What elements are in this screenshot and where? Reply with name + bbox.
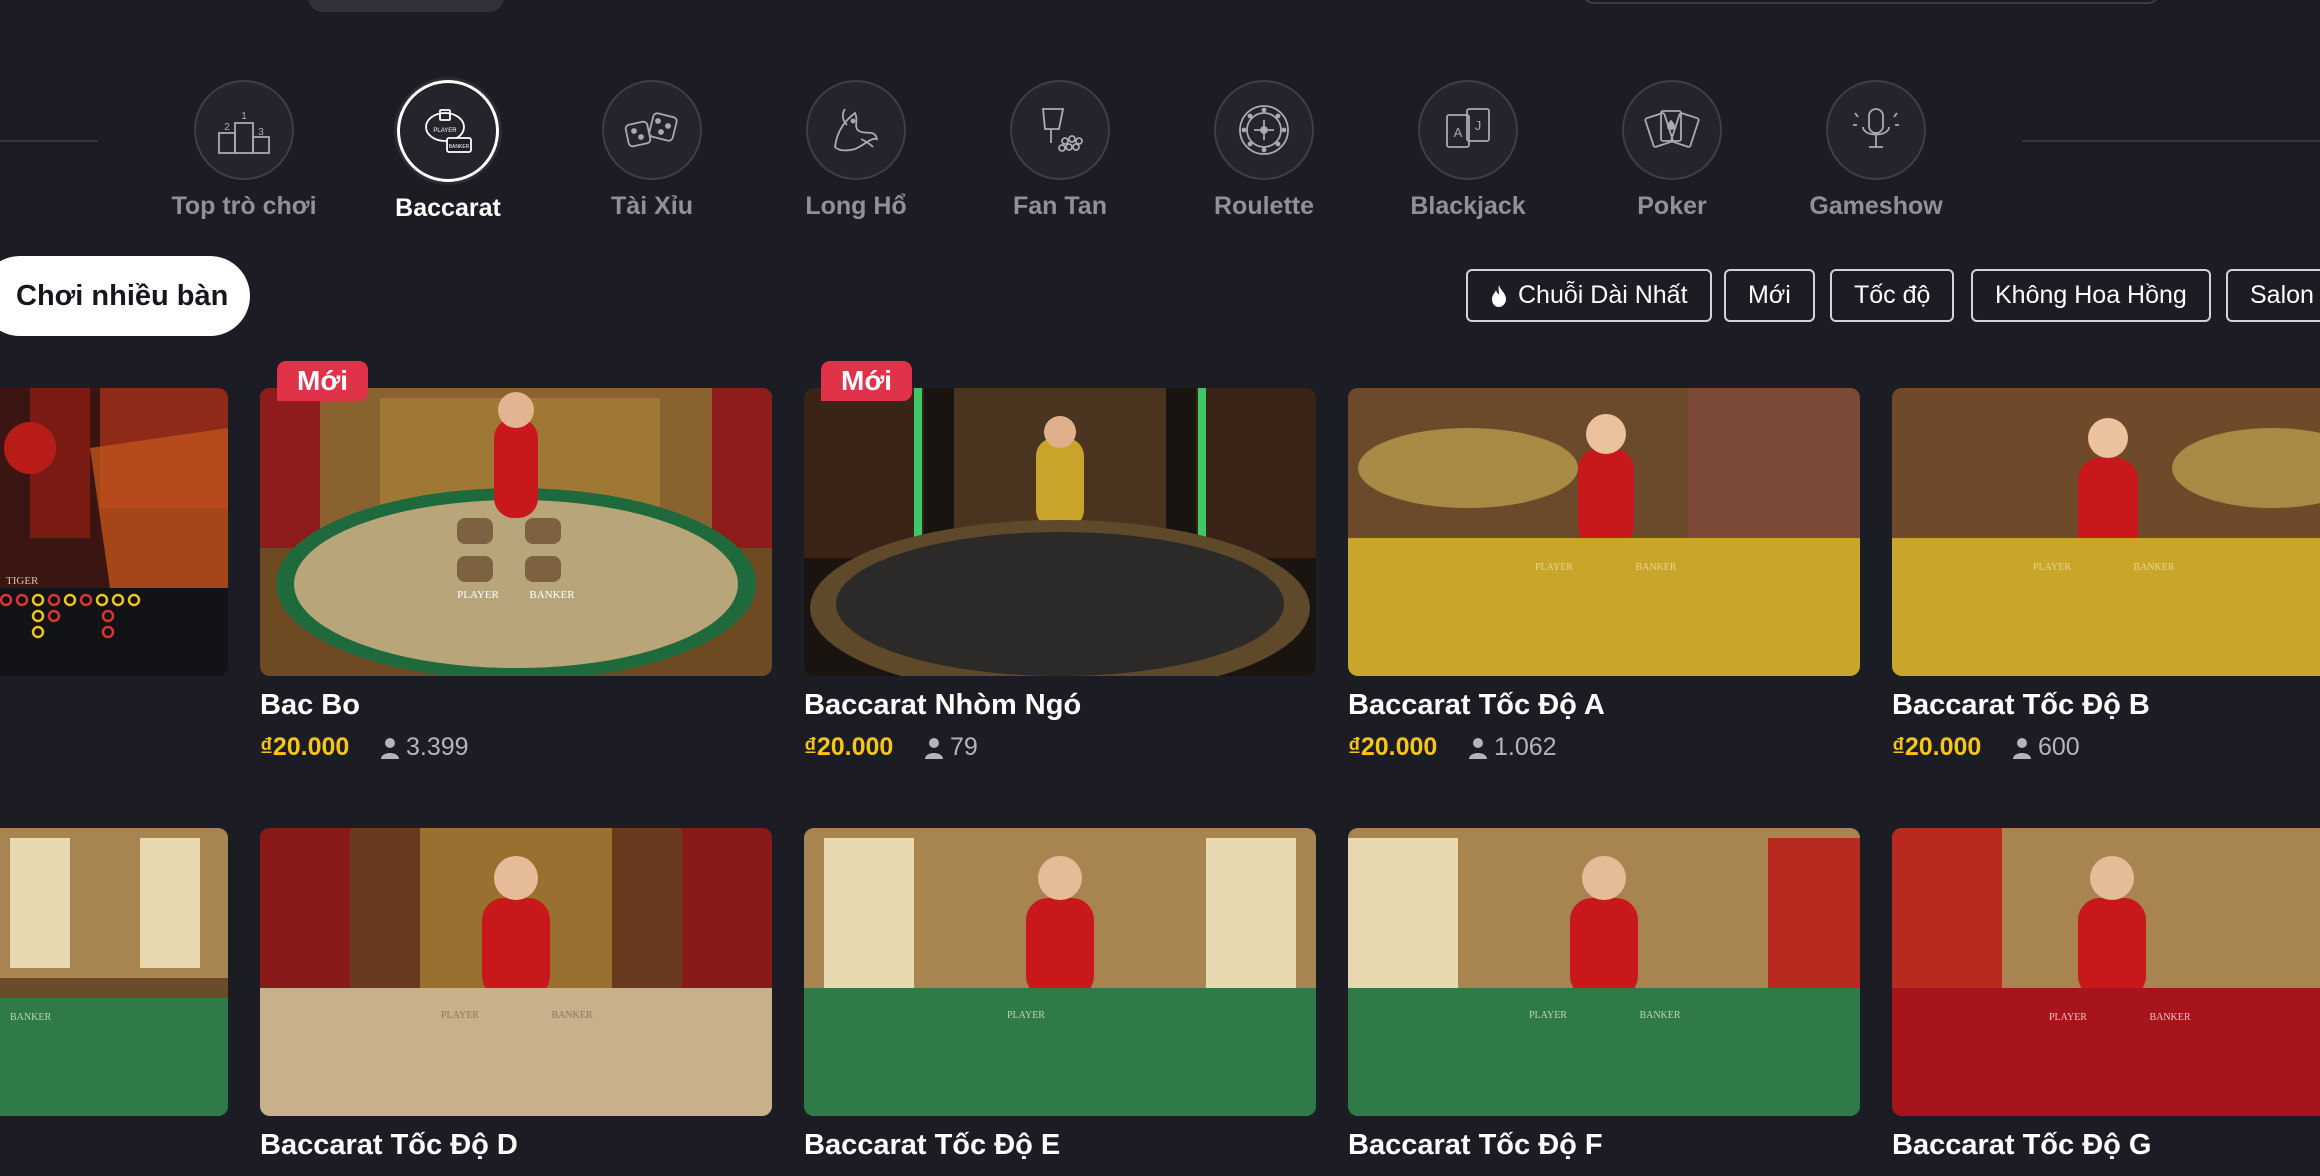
- game-title[interactable]: Baccarat Tốc Độ E: [804, 1129, 1060, 1162]
- category-divider-right: [2022, 140, 2320, 142]
- thumb-label-banker: BANKER: [2133, 562, 2174, 573]
- thumb-label-player: PLAYER: [1529, 1010, 1567, 1021]
- player-count: 1.062: [1494, 733, 1557, 761]
- category-tai-xiu[interactable]: Tài Xỉu: [552, 80, 752, 221]
- thumb-label-banker: BANKER: [10, 1012, 51, 1023]
- dice-icon: [602, 80, 702, 180]
- game-title[interactable]: Baccarat Tốc Độ D: [260, 1129, 518, 1162]
- user-icon: [925, 737, 943, 759]
- thumb-label-tiger: TIGER: [6, 575, 39, 587]
- svg-text:A: A: [1454, 125, 1463, 140]
- game-thumbnail-baccarat-toc-do-f[interactable]: PLAYER BANKER: [1348, 828, 1860, 1116]
- search-box[interactable]: [1582, 0, 2160, 4]
- filter-label: Chuỗi Dài Nhất: [1518, 281, 1688, 309]
- game-title[interactable]: Baccarat Nhòm Ngó: [804, 689, 1081, 722]
- thumb-label-player: PLAYER: [457, 589, 499, 601]
- flame-icon: [1490, 284, 1508, 308]
- game-players: 79: [924, 733, 978, 762]
- baccarat-icon: PLAYER BANKER: [397, 80, 499, 182]
- game-min-bet: ₫20.000: [260, 733, 350, 761]
- game-title[interactable]: Baccarat Tốc Độ F: [1348, 1129, 1603, 1162]
- multi-table-button[interactable]: Chơi nhiều bàn: [0, 256, 250, 336]
- player-count: 3.399: [406, 733, 469, 761]
- category-divider-left: [0, 140, 98, 142]
- game-thumbnail-baccarat-toc-do-b[interactable]: PLAYER BANKER: [1892, 388, 2320, 676]
- dragon-tiger-icon: [806, 80, 906, 180]
- filter-longest-streak[interactable]: Chuỗi Dài Nhất: [1466, 269, 1712, 322]
- svg-text:2: 2: [224, 122, 230, 133]
- thumb-label-player: PLAYER: [1007, 1010, 1045, 1021]
- category-poker[interactable]: Poker: [1572, 80, 1772, 221]
- category-roulette[interactable]: Roulette: [1164, 80, 1364, 221]
- banker-text: BANKER: [449, 144, 470, 150]
- game-thumbnail-baccarat-nhom-ngo[interactable]: [804, 388, 1316, 676]
- player-text: PLAYER: [433, 128, 457, 134]
- game-thumbnail[interactable]: BANKER: [0, 828, 228, 1116]
- user-icon: [381, 737, 399, 759]
- category-top-games[interactable]: 1 2 3 Top trò chơi: [144, 80, 344, 221]
- category-label: Blackjack: [1410, 192, 1526, 220]
- game-thumbnail[interactable]: TIGER: [0, 388, 228, 676]
- game-min-bet: ₫20.000: [1348, 733, 1438, 761]
- svg-text:3: 3: [258, 127, 264, 138]
- player-count: 600: [2038, 733, 2080, 761]
- svg-text:J: J: [1475, 118, 1482, 133]
- game-thumbnail-baccarat-toc-do-d[interactable]: PLAYER BANKER: [260, 828, 772, 1116]
- game-players: 600: [2012, 733, 2080, 762]
- thumb-label-player: PLAYER: [2033, 562, 2071, 573]
- roulette-icon: [1214, 80, 1314, 180]
- player-count: 79: [950, 733, 978, 761]
- game-title[interactable]: Bac Bo: [260, 689, 360, 722]
- game-title[interactable]: Baccarat Tốc Độ A: [1348, 689, 1605, 722]
- thumb-label-banker: BANKER: [2149, 1012, 2190, 1023]
- game-players: 1.062: [1468, 733, 1557, 762]
- user-icon: [2013, 737, 2031, 759]
- filter-salon[interactable]: Salon: [2226, 269, 2320, 322]
- game-thumbnail-baccarat-toc-do-e[interactable]: PLAYER: [804, 828, 1316, 1116]
- microphone-icon: [1826, 80, 1926, 180]
- new-badge: Mới: [821, 361, 913, 401]
- game-thumbnail-baccarat-toc-do-g[interactable]: PLAYER BANKER: [1892, 828, 2320, 1116]
- thumb-label-player: PLAYER: [2049, 1012, 2087, 1023]
- category-label: Long Hổ: [805, 192, 907, 220]
- filter-speed[interactable]: Tốc độ: [1830, 269, 1955, 322]
- category-label: Gameshow: [1809, 192, 1943, 220]
- podium-icon: 1 2 3: [194, 80, 294, 180]
- category-gameshow[interactable]: Gameshow: [1776, 80, 1976, 221]
- game-thumbnail-baccarat-toc-do-a[interactable]: PLAYER BANKER: [1348, 388, 1860, 676]
- game-min-bet: ₫20.000: [1892, 733, 1982, 761]
- category-label: Roulette: [1214, 192, 1314, 220]
- game-title[interactable]: Baccarat Tốc Độ G: [1892, 1129, 2151, 1162]
- top-nav-pill[interactable]: [308, 0, 504, 12]
- blackjack-cards-icon: A J: [1418, 80, 1518, 180]
- user-icon: [1469, 737, 1487, 759]
- thumb-label-banker: BANKER: [551, 1010, 592, 1021]
- category-label: Top trò chơi: [171, 192, 317, 220]
- thumb-label-player: PLAYER: [1535, 562, 1573, 573]
- svg-text:1: 1: [241, 111, 247, 122]
- game-title[interactable]: Baccarat Tốc Độ B: [1892, 689, 2150, 722]
- thumb-label-player: PLAYER: [441, 1010, 479, 1021]
- thumb-label-banker: BANKER: [1639, 1010, 1680, 1021]
- category-blackjack[interactable]: A J Blackjack: [1368, 80, 1568, 221]
- category-label: Tài Xỉu: [611, 192, 693, 220]
- fan-tan-icon: [1010, 80, 1110, 180]
- category-label: Baccarat: [395, 194, 501, 222]
- thumb-label-banker: BANKER: [529, 589, 575, 601]
- new-badge: Mới: [277, 361, 369, 401]
- game-min-bet: ₫20.000: [804, 733, 894, 761]
- game-thumbnail-bac-bo[interactable]: PLAYER BANKER: [260, 388, 772, 676]
- game-players: 3.399: [380, 733, 469, 762]
- category-long-ho[interactable]: Long Hổ: [756, 80, 956, 221]
- category-label: Poker: [1637, 192, 1707, 220]
- category-fan-tan[interactable]: Fan Tan: [960, 80, 1160, 221]
- thumb-label-banker: BANKER: [1635, 562, 1676, 573]
- filter-new[interactable]: Mới: [1724, 269, 1815, 322]
- category-baccarat[interactable]: PLAYER BANKER Baccarat: [348, 80, 548, 223]
- category-label: Fan Tan: [1013, 192, 1107, 220]
- filter-no-commission[interactable]: Không Hoa Hồng: [1971, 269, 2211, 322]
- poker-cards-icon: [1622, 80, 1722, 180]
